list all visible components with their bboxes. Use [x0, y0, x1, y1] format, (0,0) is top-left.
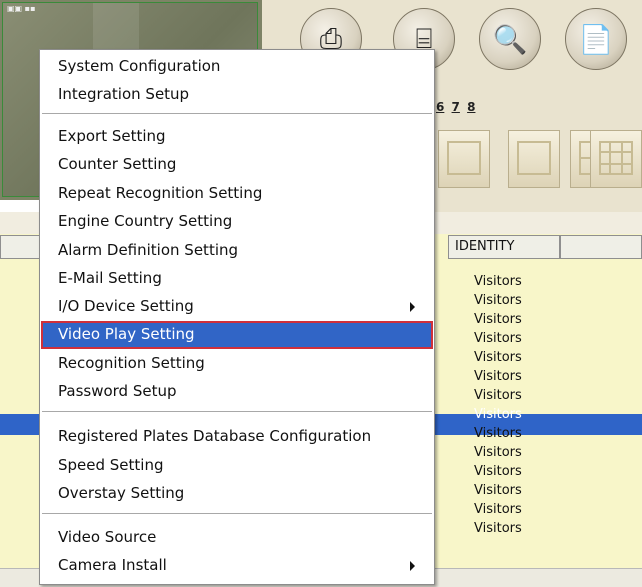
menu-item-label: Recognition Setting	[58, 354, 205, 372]
menu-item-label: Speed Setting	[58, 456, 164, 474]
menu-item-label: Counter Setting	[58, 155, 177, 173]
menu-item-email-setting[interactable]: E-Mail Setting	[41, 265, 433, 293]
settings-context-menu: System Configuration Integration Setup E…	[39, 49, 435, 585]
report-button[interactable]: 📄	[565, 8, 627, 70]
identity-cell: Visitors	[474, 293, 522, 308]
identity-cell: Visitors	[474, 464, 522, 479]
menu-item-io-device-setting[interactable]: I/O Device Setting	[41, 293, 433, 321]
menu-separator	[42, 113, 432, 114]
identity-cell: Visitors	[474, 483, 522, 498]
menu-item-recognition-setting[interactable]: Recognition Setting	[41, 350, 433, 378]
menu-item-label: Registered Plates Database Configuration	[58, 427, 372, 445]
menu-item-counter-setting[interactable]: Counter Setting	[41, 151, 433, 179]
identity-cell: Visitors	[474, 388, 522, 403]
menu-item-label: Engine Country Setting	[58, 212, 233, 230]
menu-separator	[42, 513, 432, 514]
menu-item-label: System Configuration	[58, 57, 221, 75]
menu-item-export-setting[interactable]: Export Setting	[41, 123, 433, 151]
identity-cell: Visitors	[474, 369, 522, 384]
menu-item-video-source[interactable]: Video Source	[41, 524, 433, 552]
menu-item-label: Repeat Recognition Setting	[58, 184, 263, 202]
channel-6-link[interactable]: 6	[436, 100, 444, 114]
channel-8-link[interactable]: 8	[467, 100, 475, 114]
report-document-icon: 📄	[578, 22, 614, 56]
menu-item-label: Video Play Setting	[58, 325, 195, 343]
menu-item-repeat-recognition-setting[interactable]: Repeat Recognition Setting	[41, 180, 433, 208]
identity-cell: Visitors	[474, 426, 522, 441]
layout-4-button[interactable]	[438, 130, 490, 188]
menu-item-video-play-setting[interactable]: Video Play Setting	[41, 321, 433, 349]
camera-label: ▣▣ ▪▪	[7, 4, 36, 13]
menu-item-label: Video Source	[58, 528, 157, 546]
menu-item-label: Integration Setup	[58, 85, 190, 103]
menu-item-integration-setup[interactable]: Integration Setup	[41, 81, 433, 109]
menu-item-camera-install[interactable]: Camera Install	[41, 552, 433, 580]
layout-6-button[interactable]	[508, 130, 560, 188]
menu-item-label: Camera Install	[58, 556, 167, 574]
identity-cell: Visitors	[474, 350, 522, 365]
identity-cell-selected: Visitors	[474, 407, 522, 422]
menu-item-label: I/O Device Setting	[58, 297, 194, 315]
menu-item-label: Export Setting	[58, 127, 166, 145]
search-button[interactable]: 🔍	[479, 8, 541, 70]
menu-item-speed-setting[interactable]: Speed Setting	[41, 452, 433, 480]
menu-item-label: E-Mail Setting	[58, 269, 162, 287]
identity-column: Visitors Visitors Visitors Visitors Visi…	[474, 272, 522, 538]
identity-cell: Visitors	[474, 331, 522, 346]
submenu-arrow-icon	[410, 561, 415, 571]
identity-cell: Visitors	[474, 445, 522, 460]
identity-cell: Visitors	[474, 312, 522, 327]
submenu-arrow-icon	[410, 302, 415, 312]
channel-7-link[interactable]: 7	[452, 100, 460, 114]
identity-cell: Visitors	[474, 274, 522, 289]
column-header-next[interactable]	[560, 235, 642, 259]
identity-cell: Visitors	[474, 502, 522, 517]
column-header-first[interactable]	[0, 235, 40, 259]
menu-item-label: Alarm Definition Setting	[58, 241, 239, 259]
column-header-identity[interactable]: IDENTITY	[448, 235, 560, 259]
menu-separator	[42, 411, 432, 412]
menu-item-alarm-definition-setting[interactable]: Alarm Definition Setting	[41, 237, 433, 265]
menu-item-label: Overstay Setting	[58, 484, 185, 502]
menu-item-engine-country-setting[interactable]: Engine Country Setting	[41, 208, 433, 236]
layout-9-button[interactable]	[590, 130, 642, 188]
menu-item-system-configuration[interactable]: System Configuration	[41, 53, 433, 81]
menu-item-overstay-setting[interactable]: Overstay Setting	[41, 480, 433, 508]
search-document-icon: 🔍	[492, 22, 528, 56]
menu-item-registered-plates-database-configuration[interactable]: Registered Plates Database Configuration	[41, 423, 433, 451]
menu-item-password-setup[interactable]: Password Setup	[41, 378, 433, 406]
identity-cell: Visitors	[474, 521, 522, 536]
menu-item-label: Password Setup	[58, 382, 177, 400]
channel-number-row: 6 7 8	[436, 100, 478, 114]
